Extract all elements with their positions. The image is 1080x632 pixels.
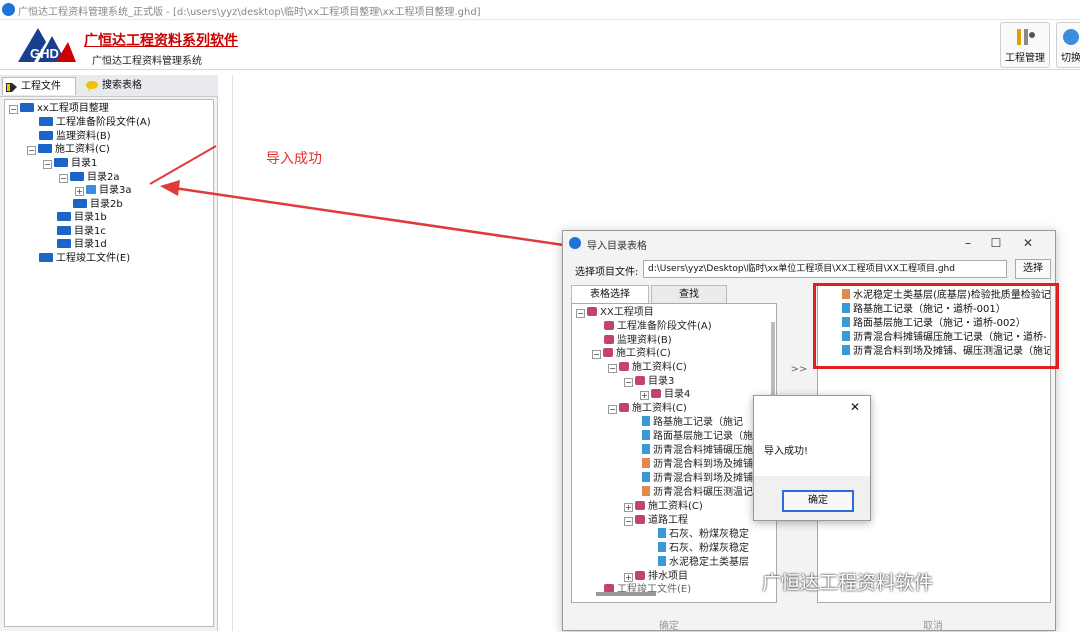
src-doc[interactable]: 水泥稳定土类基层 [658,556,749,569]
document-icon [642,486,650,496]
document-icon [642,458,650,468]
expand-icon: + [640,391,649,400]
minimize-icon[interactable]: – [955,233,981,253]
src-doc[interactable]: 沥青混合料碾压测温记 [642,486,753,499]
document-icon [642,430,650,440]
src-node[interactable]: + 施工资料(C) [624,500,703,513]
dialog-tabs: 表格选择 查找 [571,285,781,303]
collapse-icon: − [624,378,633,387]
folder-icon [635,515,645,524]
document-icon [642,472,650,482]
tab-table-select[interactable]: 表格选择 [571,285,649,303]
dialog-cancel-button[interactable]: 取消 [923,617,943,632]
close-icon[interactable]: ✕ [1015,233,1041,253]
close-icon[interactable]: ✕ [850,400,860,414]
path-label: 选择项目文件: [575,267,639,278]
src-doc[interactable]: 沥青混合料到场及摊铺 [642,472,753,485]
folder-icon [603,348,613,357]
expand-icon: + [624,503,633,512]
src-doc[interactable]: 石灰、粉煤灰稳定 [658,542,749,555]
document-icon [658,556,666,566]
folder-icon [619,362,629,371]
dialog-app-icon [569,237,581,249]
folder-icon [635,501,645,510]
collapse-icon: − [592,350,601,359]
wechat-icon [732,571,758,592]
src-doc[interactable]: 路面基层施工记录（施 [642,430,753,443]
src-node[interactable]: + 目录4 [640,388,690,401]
document-icon [658,542,666,552]
highlight-box [813,283,1059,369]
message-ok-button[interactable]: 确定 [782,490,854,512]
folder-icon [619,403,629,412]
folder-icon [635,571,645,580]
document-icon [658,528,666,538]
collapse-icon: − [608,364,617,373]
src-doc[interactable]: 石灰、粉煤灰稳定 [658,528,749,541]
folder-icon [604,321,614,330]
annotation-arrowhead [160,180,180,196]
collapse-icon: − [608,405,617,414]
src-node[interactable]: 工程准备阶段文件(A) [604,320,712,333]
src-node[interactable]: − 施工资料(C) [592,347,671,360]
folder-icon [651,389,661,398]
project-path-field[interactable]: d:\Users\yyz\Desktop\临时\xx单位工程项目\XX工程项目\… [643,260,1007,278]
watermark-text: 广恒达工程资料软件 [762,572,934,594]
folder-icon [587,307,597,316]
src-doc[interactable]: 沥青混合料摊铺碾压施 [642,444,753,457]
src-node[interactable]: − 施工资料(C) [608,402,687,415]
src-node[interactable]: − 施工资料(C) [608,361,687,374]
collapse-icon: − [576,309,585,318]
annotation-arrow-line [149,145,217,185]
src-doc[interactable]: 沥青混合料到场及摊铺 [642,458,753,471]
document-icon [642,416,650,426]
expand-icon: + [624,573,633,582]
message-text: 导入成功! [764,446,809,457]
folder-icon [635,376,645,385]
tab-find[interactable]: 查找 [651,285,727,303]
src-node[interactable]: − 目录3 [624,375,674,388]
pick-file-button[interactable]: 选择 [1015,259,1051,279]
src-node[interactable]: − XX工程项目 [576,306,654,319]
document-icon [642,444,650,454]
folder-icon [604,335,614,344]
maximize-icon[interactable]: ☐ [983,233,1009,253]
move-right-button[interactable]: >> [789,361,809,379]
dialog-title: 导入目录表格 [587,241,647,252]
success-message-box: ✕ 导入成功! 确定 [753,395,871,521]
horizontal-scrollbar[interactable] [596,592,656,596]
dialog-ok-button[interactable]: 确定 [659,617,679,632]
src-node[interactable]: − 道路工程 [624,514,688,527]
src-doc[interactable]: 路基施工记录（施记 [642,416,743,429]
src-node[interactable]: 监理资料(B) [604,334,672,347]
source-tree[interactable]: − XX工程项目 工程准备阶段文件(A) 监理资料(B) − 施工资料(C) − 施工… [571,303,777,603]
collapse-icon: − [624,517,633,526]
src-node[interactable]: + 排水项目 [624,570,688,583]
